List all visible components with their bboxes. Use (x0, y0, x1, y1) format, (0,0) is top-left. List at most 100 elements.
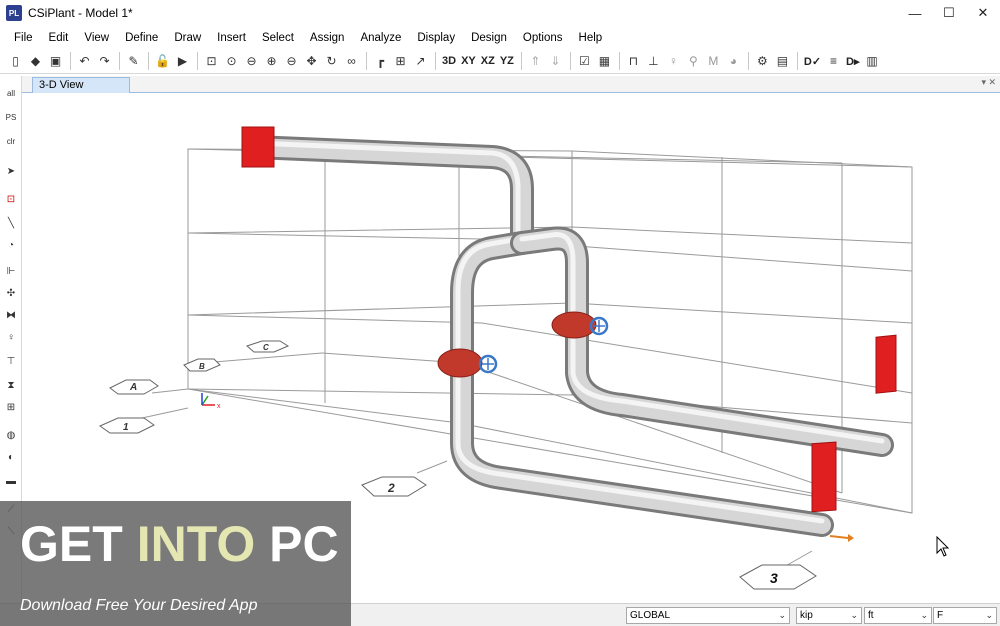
rotate-icon[interactable]: ↻ (322, 52, 341, 71)
check-model-icon[interactable]: ☑ (575, 52, 594, 71)
move-down-icon[interactable]: ⇓ (546, 52, 565, 71)
menu-options[interactable]: Options (523, 32, 563, 44)
watermark-subtitle: Download Free Your Desired App (20, 597, 258, 614)
grid-bubble-1-label: 1 (123, 422, 129, 433)
select-window-icon[interactable]: ⊡ (2, 190, 20, 208)
select-all-button[interactable]: all (2, 84, 20, 102)
grid-bubble-b-label: B (199, 362, 205, 371)
pointer-icon[interactable]: ➤ (2, 162, 20, 180)
watermark-title-part-c: PC (255, 516, 339, 572)
zoom-extents-icon[interactable]: ⊙ (222, 52, 241, 71)
move-up-icon[interactable]: ⇑ (526, 52, 545, 71)
draw-tee-icon[interactable]: ⊤ (2, 352, 20, 370)
window-title: CSiPlant - Model 1* (28, 6, 133, 20)
draw-hanger-icon[interactable]: ♀ (2, 328, 20, 346)
main-toolbar: ▯ ◆ ▣ ↶ ↷ ✎ 🔓 ▶ ⊡ ⊙ ⊖ ⊕ ⊖ ✥ ↻ ∞ ┏ ⊞ ↗ 3D… (0, 49, 1000, 74)
design-details-icon[interactable]: ≡ (824, 52, 843, 71)
save-icon[interactable]: ▣ (46, 52, 65, 71)
toolbar-separator (197, 52, 198, 70)
draw-support-icon[interactable]: ⊩ (2, 262, 20, 280)
pipe-section-icon[interactable]: ⊞ (391, 52, 410, 71)
chevron-down-icon: ⌄ (778, 610, 786, 620)
coordinate-system-select[interactable]: GLOBAL ⌄ (626, 607, 790, 624)
menu-insert[interactable]: Insert (217, 32, 246, 44)
length-unit-select[interactable]: ft ⌄ (864, 607, 932, 624)
design-run-button[interactable]: D▸ (844, 52, 861, 71)
draw-elbow-icon[interactable]: ◔ (2, 236, 20, 254)
watermark-title: GET INTO PC (20, 515, 339, 573)
spring-icon[interactable]: ⚲ (684, 52, 703, 71)
clear-selection-button[interactable]: clr (2, 132, 20, 150)
pan-icon[interactable]: ✥ (302, 52, 321, 71)
view-xy-button[interactable]: XY (459, 52, 478, 71)
restraint-icon[interactable]: ⊥ (644, 52, 663, 71)
select-previous-button[interactable]: PS (2, 108, 20, 126)
toolbar-separator (70, 52, 71, 70)
menu-help[interactable]: Help (579, 32, 603, 44)
draw-vessel-icon[interactable]: ◐ (2, 448, 20, 466)
minimize-button[interactable]: — (898, 0, 932, 26)
menu-define[interactable]: Define (125, 32, 158, 44)
draw-area-icon[interactable]: ▬ (2, 472, 20, 490)
zoom-in-icon[interactable]: ⊕ (262, 52, 281, 71)
hanger-icon[interactable]: ♀ (664, 52, 683, 71)
draw-flange-icon[interactable]: ⊞ (2, 398, 20, 416)
moment-icon[interactable]: M (704, 52, 723, 71)
pipe-route-icon[interactable]: ↗ (411, 52, 430, 71)
menu-file[interactable]: File (14, 32, 33, 44)
temperature-unit-value: F (937, 610, 944, 621)
document-tab-bar: 3-D View ▾ ✕ (22, 76, 1000, 93)
tables-icon[interactable]: ▤ (773, 52, 792, 71)
chevron-down-icon: ⌄ (985, 610, 993, 620)
grid-bubble-3-label: 3 (770, 570, 778, 586)
draw-anchor-icon[interactable]: ✣ (2, 284, 20, 302)
maximize-button[interactable]: ☐ (932, 0, 966, 26)
draw-reducer-icon[interactable]: ⧗ (2, 376, 20, 394)
pipe-elbow-icon[interactable]: ┏ (371, 52, 390, 71)
open-file-icon[interactable]: ◆ (26, 52, 45, 71)
toolbar-separator (148, 52, 149, 70)
tab-controls[interactable]: ▾ ✕ (981, 77, 996, 88)
perspective-icon[interactable]: ∞ (342, 52, 361, 71)
force-unit-select[interactable]: kip ⌄ (796, 607, 862, 624)
watermark-title-part-a: GET (20, 516, 137, 572)
menu-design[interactable]: Design (471, 32, 507, 44)
pencil-icon[interactable]: ✎ (124, 52, 143, 71)
grid-bubble-c-label: C (263, 343, 269, 352)
coordinate-system-value: GLOBAL (630, 610, 671, 621)
zoom-previous-icon[interactable]: ⊖ (242, 52, 261, 71)
zoom-out-icon[interactable]: ⊖ (282, 52, 301, 71)
close-button[interactable]: ✕ (966, 0, 1000, 26)
redo-icon[interactable]: ↷ (95, 52, 114, 71)
flange-lower (811, 441, 837, 513)
menu-assign[interactable]: Assign (310, 32, 345, 44)
assign-display-icon[interactable]: ▦ (595, 52, 614, 71)
mass-icon[interactable]: ◕ (724, 52, 743, 71)
zoom-window-icon[interactable]: ⊡ (202, 52, 221, 71)
menu-edit[interactable]: Edit (49, 32, 69, 44)
new-file-icon[interactable]: ▯ (6, 52, 25, 71)
lock-icon[interactable]: 🔓 (153, 52, 172, 71)
draw-nozzle-icon[interactable]: ◍ (2, 426, 20, 444)
view-yz-button[interactable]: YZ (498, 52, 516, 71)
report-icon[interactable]: ▥ (863, 52, 882, 71)
view-3d-button[interactable]: 3D (440, 52, 458, 71)
toolbar-separator (747, 52, 749, 70)
run-analysis-icon[interactable]: ▶ (173, 52, 192, 71)
menu-analyze[interactable]: Analyze (360, 32, 401, 44)
undo-icon[interactable]: ↶ (75, 52, 94, 71)
menu-view[interactable]: View (84, 32, 109, 44)
menu-display[interactable]: Display (417, 32, 455, 44)
menu-draw[interactable]: Draw (174, 32, 201, 44)
draw-valve-icon[interactable]: ⧓ (2, 306, 20, 324)
analysis-options-icon[interactable]: ⚙ (753, 52, 772, 71)
temperature-unit-select[interactable]: F ⌄ (933, 607, 997, 624)
app-logo-icon: PL (6, 5, 22, 21)
grid-bubble-3 (739, 564, 817, 590)
design-check-button[interactable]: D✓ (802, 52, 823, 71)
frame-support-icon[interactable]: ⊓ (624, 52, 643, 71)
view-xz-button[interactable]: XZ (479, 52, 497, 71)
tab-3d-view[interactable]: 3-D View (32, 77, 130, 93)
draw-line-icon[interactable]: ╲ (2, 214, 20, 232)
menu-select[interactable]: Select (262, 32, 294, 44)
